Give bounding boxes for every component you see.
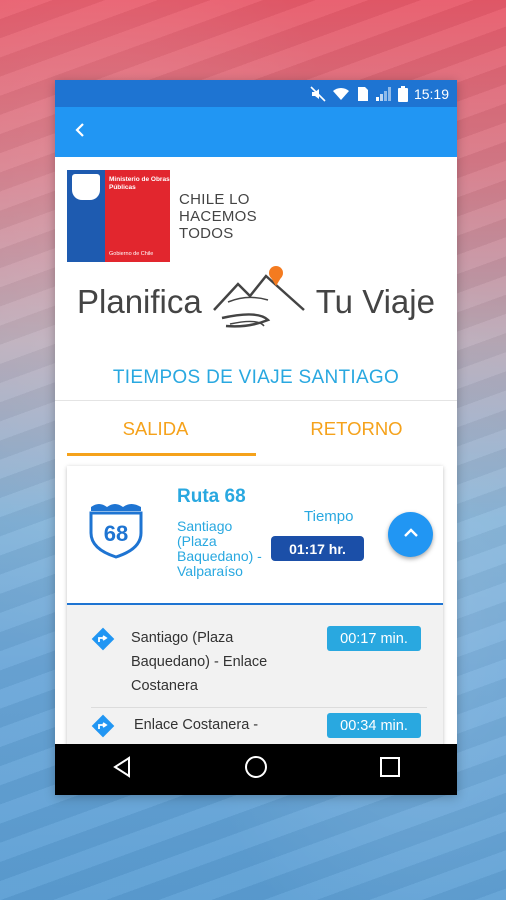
slogan-line-2: HACEMOS <box>179 207 257 225</box>
banner-left-text: Planifica <box>77 283 202 320</box>
back-arrow-icon <box>73 122 87 143</box>
nav-recents-button[interactable] <box>360 750 420 790</box>
slogan-line-1: CHILE LO <box>179 190 250 208</box>
sim-icon <box>356 86 370 102</box>
app-bar <box>55 107 457 157</box>
chile-crest-icon <box>72 174 100 200</box>
mute-icon <box>310 85 326 102</box>
slogan: CHILE LO HACEMOS TODOS <box>179 191 257 242</box>
signal-icon <box>375 86 392 101</box>
slogan-line-3: TODOS <box>179 224 234 242</box>
expand-less-icon <box>403 526 419 544</box>
route-shield-icon: 68 <box>87 499 145 564</box>
route-card: 68 Ruta 68 Santiago (Plaza Baquedano) - … <box>67 466 443 756</box>
nav-back-icon <box>111 756 133 783</box>
route-card-header[interactable]: 68 Ruta 68 Santiago (Plaza Baquedano) - … <box>67 466 443 605</box>
segment-time-badge: 00:34 min. <box>327 713 421 738</box>
header-logos: Ministerio de Obras Públicas Gobierno de… <box>67 170 257 262</box>
nav-home-button[interactable] <box>226 750 286 790</box>
logo-government-text: Gobierno de Chile <box>109 251 154 257</box>
total-time-badge: 01:17 hr. <box>271 536 364 561</box>
tab-salida[interactable]: SALIDA <box>55 401 256 457</box>
planifica-banner: Planifica Tu Viaje <box>55 264 457 341</box>
direction-icon <box>91 627 115 651</box>
status-bar: 15:19 <box>55 80 457 107</box>
nav-recents-icon <box>379 756 401 783</box>
logo-ministry-text: Ministerio de Obras Públicas <box>109 176 170 191</box>
route-number: 68 <box>104 521 128 546</box>
segment-time-badge: 00:17 min. <box>327 626 421 651</box>
mountain-road-icon <box>208 264 310 341</box>
section-title: TIEMPOS DE VIAJE SANTIAGO <box>112 367 400 388</box>
route-description: Santiago (Plaza Baquedano) - Valparaíso <box>177 518 262 579</box>
tab-retorno[interactable]: RETORNO <box>256 401 457 457</box>
battery-icon <box>397 85 408 102</box>
tab-bar: SALIDA RETORNO <box>55 400 457 457</box>
time-label: Tiempo <box>304 508 354 525</box>
nav-back-button[interactable] <box>92 750 152 790</box>
segment-name: Santiago (Plaza Baquedano) - Enlace Cost… <box>131 630 268 694</box>
segment-row: Santiago (Plaza Baquedano) - Enlace Cost… <box>67 605 443 694</box>
back-button[interactable] <box>55 107 105 157</box>
ministry-logo: Ministerio de Obras Públicas Gobierno de… <box>67 170 170 262</box>
route-name: Ruta 68 <box>177 486 246 507</box>
nav-home-icon <box>244 755 268 784</box>
banner-right-text: Tu Viaje <box>315 283 435 320</box>
collapse-button[interactable] <box>388 512 433 557</box>
wifi-icon <box>332 87 350 101</box>
segment-name: Enlace Costanera - <box>134 717 259 733</box>
main-content: Ministerio de Obras Públicas Gobierno de… <box>55 157 457 756</box>
app-window: 15:19 Ministerio de Obras Públicas Gobie… <box>55 80 457 795</box>
system-nav-bar <box>55 744 457 795</box>
status-time: 15:19 <box>413 85 449 102</box>
direction-icon <box>91 714 115 738</box>
